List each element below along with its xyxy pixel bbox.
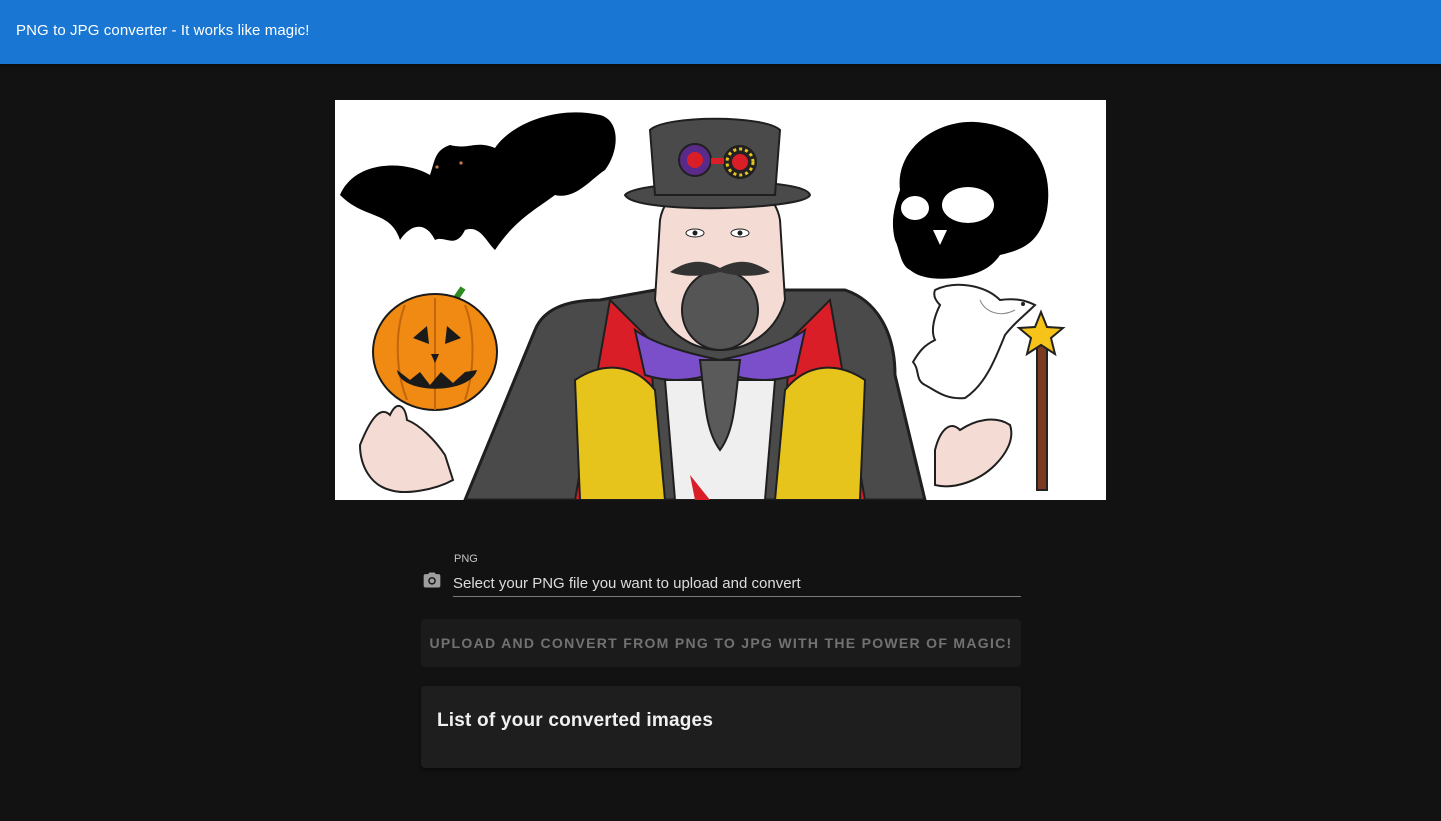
- hero-illustration: [335, 100, 1106, 500]
- png-field-label: PNG: [454, 553, 478, 565]
- magician-illustration: [340, 112, 1066, 500]
- png-file-input[interactable]: [453, 570, 1021, 597]
- png-file-field[interactable]: PNG: [421, 548, 1021, 598]
- converted-images-card: List of your converted images: [421, 686, 1021, 768]
- converted-images-title: List of your converted images: [437, 710, 714, 731]
- app-bar: PNG to JPG converter - It works like mag…: [0, 0, 1441, 64]
- app-title: PNG to JPG converter - It works like mag…: [16, 22, 310, 39]
- pumpkin-image: [372, 286, 498, 411]
- magic-wand-image: [1016, 309, 1066, 491]
- camera-icon[interactable]: [421, 570, 443, 590]
- bat-image: [340, 112, 616, 250]
- skull-image: [892, 121, 1049, 279]
- upload-convert-button[interactable]: UPLOAD AND CONVERT FROM PNG TO JPG WITH …: [421, 619, 1021, 667]
- dove-image: [911, 283, 1037, 400]
